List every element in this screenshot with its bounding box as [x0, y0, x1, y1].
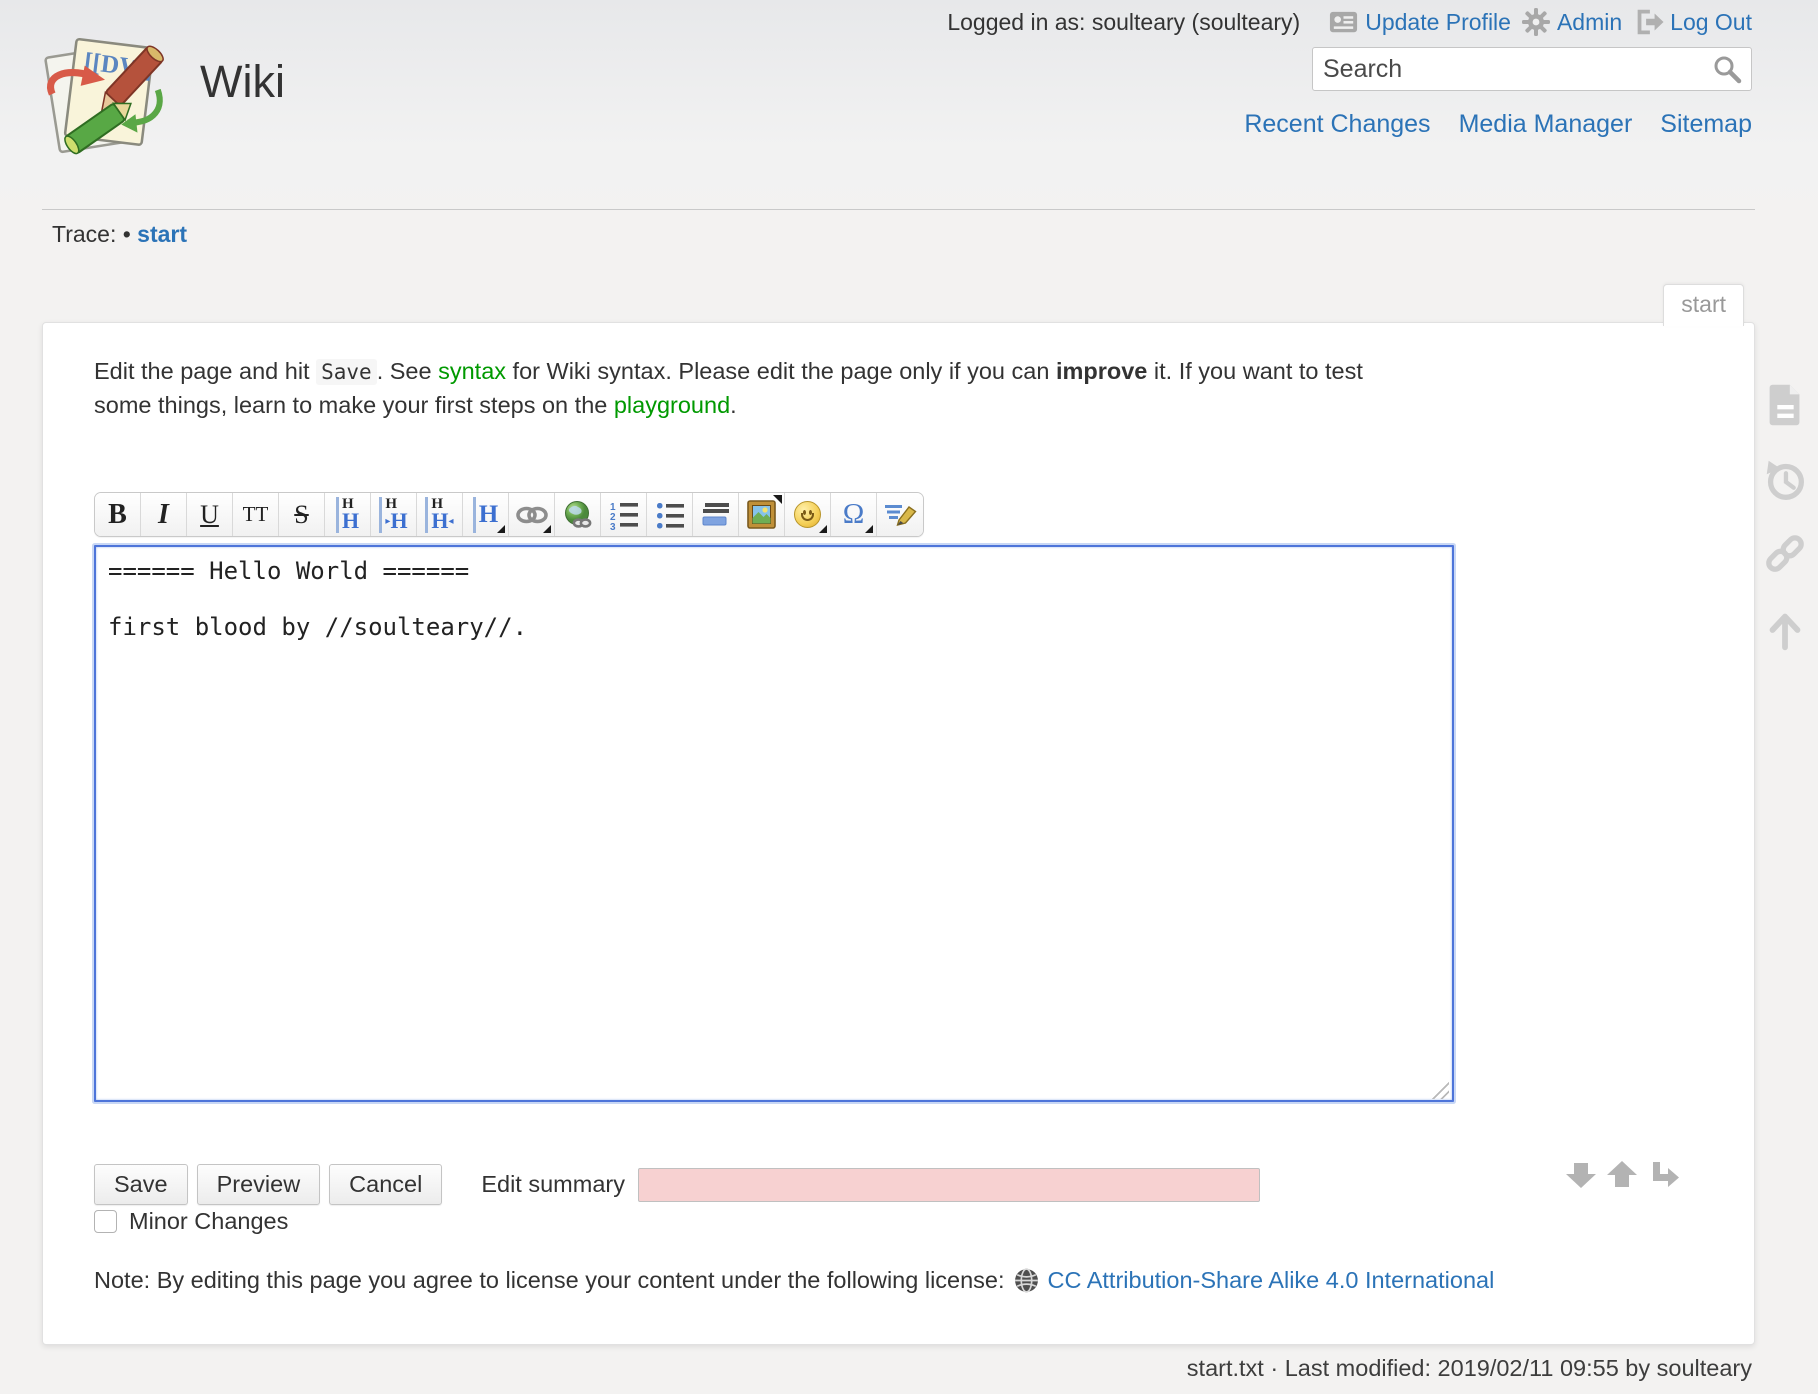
strikethrough-button[interactable]: S: [279, 493, 325, 536]
page-tools: [1759, 380, 1811, 655]
intro-text: .: [730, 392, 737, 418]
special-chars-button[interactable]: Ω: [831, 493, 877, 536]
unordered-list-icon: [654, 500, 686, 530]
internal-link-button[interactable]: [509, 493, 555, 536]
cancel-button[interactable]: Cancel: [329, 1164, 442, 1205]
breadcrumb-start-link[interactable]: start: [137, 221, 187, 247]
signature-icon: [884, 501, 917, 528]
edit-summary-input[interactable]: [638, 1168, 1260, 1202]
playground-link[interactable]: playground: [614, 392, 730, 418]
monospace-button[interactable]: TT: [233, 493, 279, 536]
unordered-list-button[interactable]: [647, 493, 693, 536]
chain-link-icon: [515, 504, 549, 526]
magnifier-icon[interactable]: [1712, 54, 1742, 84]
headline-same-icon: HH: [336, 497, 359, 533]
user-bar: Logged in as: soulteary (soulteary) Upda…: [947, 6, 1752, 38]
update-profile-link[interactable]: Update Profile: [1328, 7, 1511, 38]
intro-text: for Wiki syntax. Please edit the page on…: [506, 358, 1056, 384]
edit-summary-label: Edit summary: [481, 1171, 625, 1198]
underline-button[interactable]: U: [187, 493, 233, 536]
search-input[interactable]: [1313, 55, 1712, 84]
nav-recent-changes[interactable]: Recent Changes: [1244, 110, 1430, 139]
headline-higher-button[interactable]: HH◂: [417, 493, 463, 536]
logout-link[interactable]: Log Out: [1632, 6, 1752, 38]
site-nav: Recent Changes Media Manager Sitemap: [1244, 110, 1752, 139]
preview-button[interactable]: Preview: [197, 1164, 321, 1205]
signature-button[interactable]: [877, 493, 923, 536]
dokuwiki-logo: [[DW]: [38, 26, 172, 162]
intro-text: . See: [377, 358, 438, 384]
edit-actions: Save Preview Cancel Edit summary: [94, 1164, 1260, 1205]
ordered-list-button[interactable]: 123: [601, 493, 647, 536]
license-note: Note: By editing this page you agree to …: [94, 1267, 1494, 1294]
gear-icon: [1521, 7, 1551, 37]
globe-link-icon: [563, 500, 593, 530]
bold-button[interactable]: B: [95, 493, 141, 536]
intro-improve: improve: [1056, 358, 1147, 384]
save-kbd: Save: [316, 359, 377, 385]
breadcrumb: Trace: • start: [42, 209, 1755, 248]
image-button[interactable]: [739, 493, 785, 536]
back-to-top-icon[interactable]: [1760, 605, 1810, 655]
breadcrumb-label: Trace:: [52, 221, 116, 247]
id-card-icon: [1328, 7, 1359, 38]
dokuwiki-edit-page: Logged in as: soulteary (soulteary) Upda…: [0, 0, 1818, 1394]
license-link[interactable]: CC Attribution-Share Alike 4.0 Internati…: [1048, 1267, 1495, 1294]
search-box: [1312, 47, 1752, 91]
globe-icon: [1013, 1267, 1040, 1294]
svg-text:3: 3: [610, 522, 616, 530]
editor-toolbar: B I U TT S HH H▸H HH◂ H 123: [94, 492, 924, 537]
admin-link[interactable]: Admin: [1521, 7, 1622, 37]
headline-same-button[interactable]: HH: [325, 493, 371, 536]
license-text: Note: By editing this page you agree to …: [94, 1267, 1005, 1294]
wikitext-editor[interactable]: ====== Hello World ====== first blood by…: [94, 545, 1454, 1102]
breadcrumb-separator: •: [123, 221, 131, 247]
admin-label: Admin: [1557, 9, 1622, 36]
tab-start[interactable]: start: [1663, 284, 1744, 326]
arrow-down-icon[interactable]: [1563, 1156, 1599, 1192]
logout-icon: [1632, 6, 1664, 38]
smiley-button[interactable]: [785, 493, 831, 536]
wrap-toggle-icon[interactable]: [1645, 1156, 1681, 1192]
headline-lower-button[interactable]: H▸H: [371, 493, 417, 536]
content-box: Edit the page and hit Save. See syntax f…: [42, 322, 1755, 1345]
intro-text: Edit the page and hit: [94, 358, 316, 384]
nav-sitemap[interactable]: Sitemap: [1660, 110, 1752, 139]
page-meta: start.txt · Last modified: 2019/02/11 09…: [1187, 1355, 1752, 1382]
site-title: Wiki: [200, 56, 285, 108]
ordered-list-icon: 123: [608, 500, 640, 530]
minor-changes-label: Minor Changes: [129, 1208, 288, 1235]
smiley-icon: [794, 501, 821, 528]
backlinks-icon[interactable]: [1760, 530, 1810, 580]
update-profile-label: Update Profile: [1365, 9, 1511, 36]
headline-higher-icon: HH◂: [425, 497, 453, 533]
headline-select-button[interactable]: H: [463, 493, 509, 536]
nav-media-manager[interactable]: Media Manager: [1459, 110, 1633, 139]
edit-intro: Edit the page and hit Save. See syntax f…: [94, 355, 1406, 422]
minor-changes-row: Minor Changes: [94, 1208, 288, 1235]
save-button[interactable]: Save: [94, 1164, 188, 1205]
show-page-icon[interactable]: [1760, 380, 1810, 430]
headline-select-icon: H: [473, 497, 498, 533]
italic-button[interactable]: I: [141, 493, 187, 536]
logout-label: Log Out: [1670, 9, 1752, 36]
editor-size-controls: [1563, 1156, 1681, 1192]
syntax-link[interactable]: syntax: [438, 358, 506, 384]
logged-in-text: Logged in as: soulteary (soulteary): [947, 9, 1300, 36]
image-icon: [747, 500, 776, 529]
external-link-button[interactable]: [555, 493, 601, 536]
arrow-up-icon[interactable]: [1604, 1156, 1640, 1192]
horizontal-rule-icon: [700, 502, 732, 528]
headline-lower-icon: H▸H: [379, 497, 407, 533]
minor-changes-checkbox[interactable]: [94, 1210, 117, 1233]
horizontal-rule-button[interactable]: [693, 493, 739, 536]
old-revisions-icon[interactable]: [1760, 455, 1810, 505]
